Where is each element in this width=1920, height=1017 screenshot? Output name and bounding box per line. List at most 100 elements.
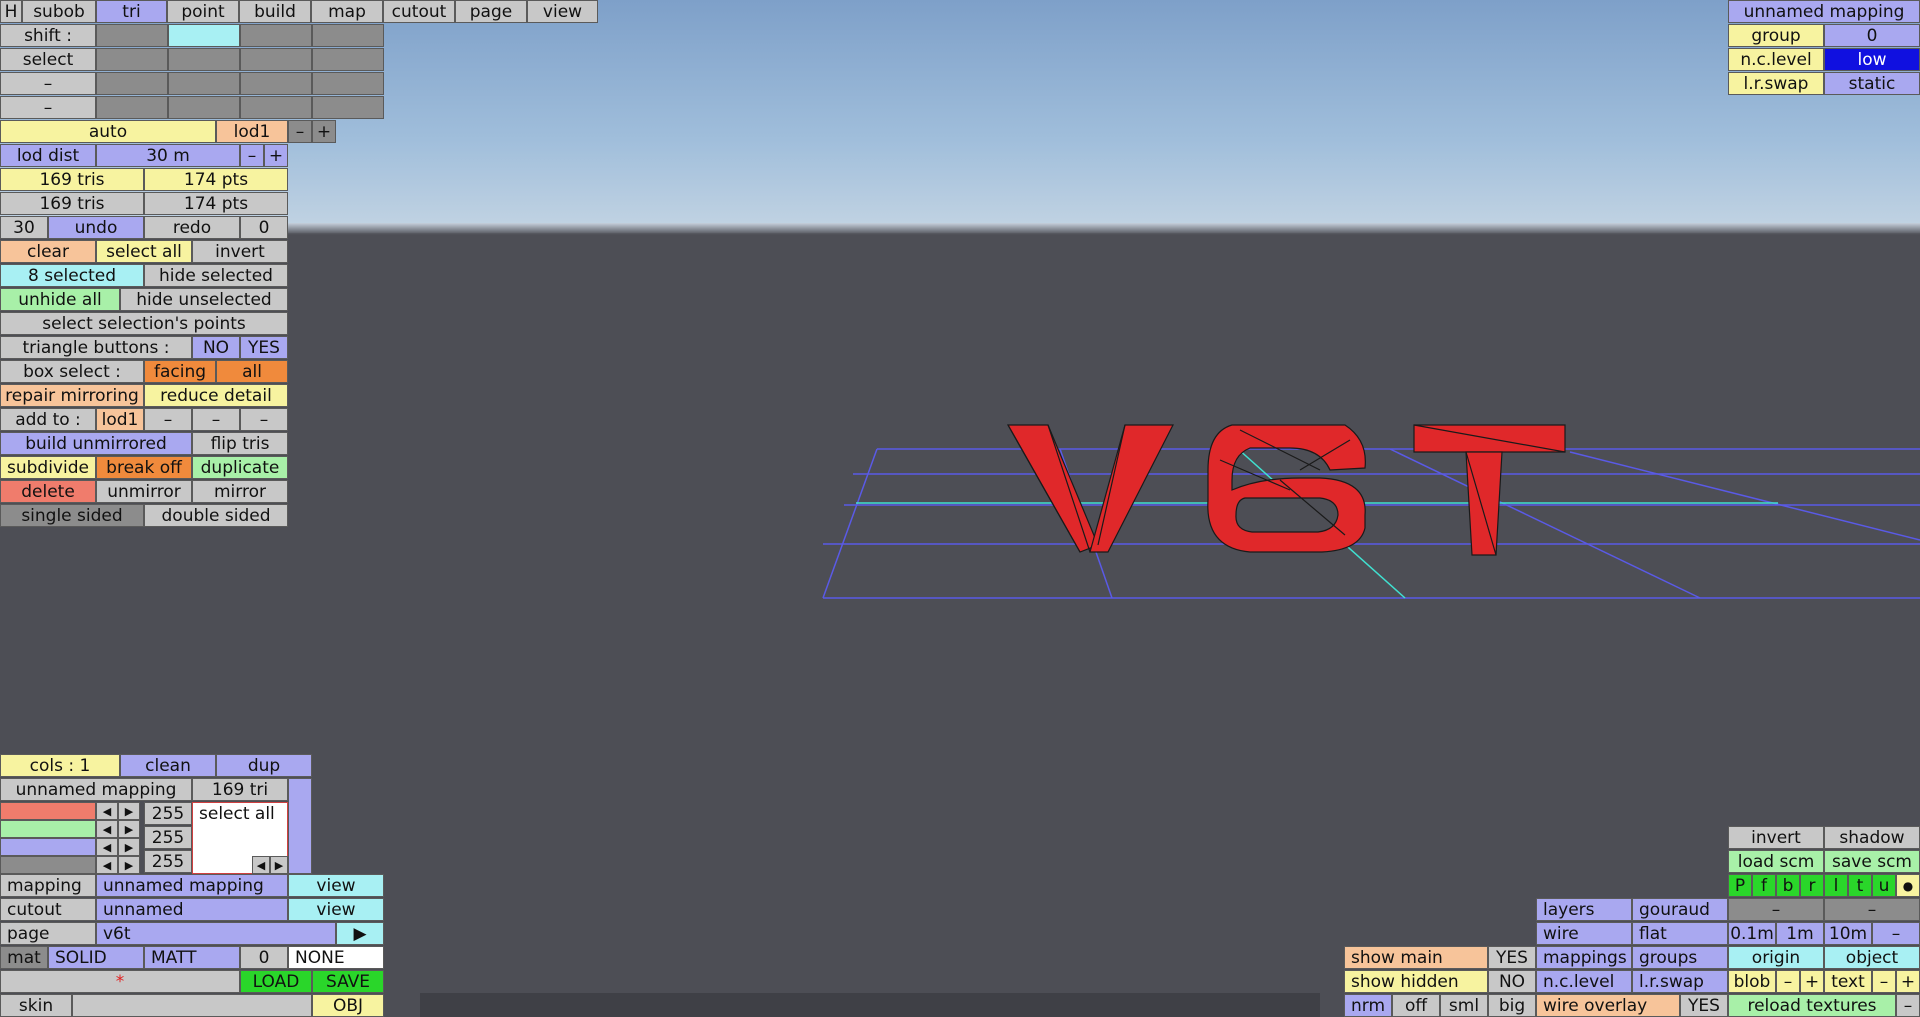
row3-slot-3[interactable] bbox=[240, 72, 312, 95]
grid-10m-button[interactable]: 10m bbox=[1824, 922, 1872, 945]
save-button[interactable]: SAVE bbox=[312, 970, 384, 993]
wire-button[interactable]: wire bbox=[1536, 922, 1632, 945]
gouraud-button[interactable]: gouraud bbox=[1632, 898, 1728, 921]
mapping-list-select-all[interactable]: select all bbox=[199, 804, 275, 824]
tri-tab[interactable]: tri bbox=[96, 0, 167, 23]
reduce-detail-button[interactable]: reduce detail bbox=[144, 384, 288, 407]
blue-left-arrow[interactable]: ◀ bbox=[96, 838, 118, 856]
dot-button[interactable]: ● bbox=[1896, 874, 1920, 897]
cutout-tab[interactable]: cutout bbox=[383, 0, 455, 23]
clean-button[interactable]: clean bbox=[120, 754, 216, 777]
green-left-arrow[interactable]: ◀ bbox=[96, 820, 118, 838]
page-tab[interactable]: page bbox=[455, 0, 527, 23]
shift-slot-4[interactable] bbox=[312, 24, 384, 47]
lod-plus-button[interactable]: + bbox=[312, 120, 336, 143]
red-left-arrow[interactable]: ◀ bbox=[96, 802, 118, 820]
select-slot-1[interactable] bbox=[96, 48, 168, 71]
row4-slot-3[interactable] bbox=[240, 96, 312, 119]
mat-none[interactable]: NONE bbox=[288, 946, 384, 969]
select-points-button[interactable]: select selection's points bbox=[0, 312, 288, 335]
dup-button[interactable]: dup bbox=[216, 754, 312, 777]
unmirror-button[interactable]: unmirror bbox=[96, 480, 192, 503]
reload-textures-button[interactable]: reload textures bbox=[1728, 994, 1896, 1017]
lod-dist-plus[interactable]: + bbox=[264, 144, 288, 167]
select-slot-2[interactable] bbox=[168, 48, 240, 71]
red-value[interactable]: 255 bbox=[144, 802, 192, 825]
undo-button[interactable]: undo bbox=[48, 216, 144, 239]
load-button[interactable]: LOAD bbox=[240, 970, 312, 993]
row3-slot-4[interactable] bbox=[312, 72, 384, 95]
off-button[interactable]: off bbox=[1392, 994, 1440, 1017]
obj-button[interactable]: OBJ bbox=[312, 994, 384, 1017]
wire-overlay-toggle[interactable]: YES bbox=[1680, 994, 1728, 1017]
nrm-button[interactable]: nrm bbox=[1344, 994, 1392, 1017]
blob-button[interactable]: blob bbox=[1728, 970, 1776, 993]
reload-minus-button[interactable]: – bbox=[1896, 994, 1920, 1017]
build-tab[interactable]: build bbox=[239, 0, 311, 23]
big-button[interactable]: big bbox=[1488, 994, 1536, 1017]
layer-slot-1[interactable]: – bbox=[1728, 898, 1824, 921]
single-sided-button[interactable]: single sided bbox=[0, 504, 144, 527]
object-button[interactable]: object bbox=[1824, 946, 1920, 969]
select-slot-4[interactable] bbox=[312, 48, 384, 71]
triangle-buttons-no[interactable]: NO bbox=[192, 336, 240, 359]
layers-button[interactable]: layers bbox=[1536, 898, 1632, 921]
box-select-facing[interactable]: facing bbox=[144, 360, 216, 383]
page-value[interactable]: v6t bbox=[96, 922, 336, 945]
row4-slot-1[interactable] bbox=[96, 96, 168, 119]
add-to-lod1[interactable]: lod1 bbox=[96, 408, 144, 431]
mapping-name[interactable]: unnamed mapping bbox=[1728, 0, 1920, 23]
flat-button[interactable]: flat bbox=[1632, 922, 1728, 945]
group-value[interactable]: 0 bbox=[1824, 24, 1920, 47]
view-u-button[interactable]: u bbox=[1872, 874, 1896, 897]
view-l-button[interactable]: l bbox=[1824, 874, 1848, 897]
lod-minus-button[interactable]: – bbox=[288, 120, 312, 143]
list-right-arrow[interactable]: ▶ bbox=[270, 856, 288, 874]
show-main-toggle[interactable]: YES bbox=[1488, 946, 1536, 969]
duplicate-button[interactable]: duplicate bbox=[192, 456, 288, 479]
mirror-button[interactable]: mirror bbox=[192, 480, 288, 503]
add-to-slot-2[interactable]: – bbox=[144, 408, 192, 431]
mapping-value[interactable]: unnamed mapping bbox=[96, 874, 288, 897]
auto-button[interactable]: auto bbox=[0, 120, 216, 143]
page-play-button[interactable]: ▶ bbox=[336, 922, 384, 945]
view-f-button[interactable]: f bbox=[1752, 874, 1776, 897]
hide-unselected-button[interactable]: hide unselected bbox=[120, 288, 288, 311]
shadow-button[interactable]: shadow bbox=[1824, 826, 1920, 849]
flip-tris-button[interactable]: flip tris bbox=[192, 432, 288, 455]
blob-minus-button[interactable]: – bbox=[1776, 970, 1800, 993]
invert-view-button[interactable]: invert bbox=[1728, 826, 1824, 849]
triangle-buttons-yes[interactable]: YES bbox=[240, 336, 288, 359]
red-right-arrow[interactable]: ▶ bbox=[118, 802, 140, 820]
mappings-button[interactable]: mappings bbox=[1536, 946, 1632, 969]
list-left-arrow[interactable]: ◀ bbox=[252, 856, 270, 874]
hide-selected-button[interactable]: hide selected bbox=[144, 264, 288, 287]
nc-level-value[interactable]: low bbox=[1824, 48, 1920, 71]
unhide-all-button[interactable]: unhide all bbox=[0, 288, 120, 311]
save-scm-button[interactable]: save scm bbox=[1824, 850, 1920, 873]
load-scm-button[interactable]: load scm bbox=[1728, 850, 1824, 873]
alpha-right-arrow[interactable]: ▶ bbox=[118, 856, 140, 874]
point-tab[interactable]: point bbox=[167, 0, 239, 23]
cutout-value[interactable]: unnamed bbox=[96, 898, 288, 921]
cutout-view-button[interactable]: view bbox=[288, 898, 384, 921]
skin-field[interactable] bbox=[72, 994, 312, 1017]
lod-dist-minus[interactable]: – bbox=[240, 144, 264, 167]
alpha-left-arrow[interactable]: ◀ bbox=[96, 856, 118, 874]
mat-number[interactable]: 0 bbox=[240, 946, 288, 969]
model-v6t[interactable] bbox=[1006, 424, 1566, 556]
map-tab[interactable]: map bbox=[311, 0, 383, 23]
lod1-button[interactable]: lod1 bbox=[216, 120, 288, 143]
sml-button[interactable]: sml bbox=[1440, 994, 1488, 1017]
subdivide-button[interactable]: subdivide bbox=[0, 456, 96, 479]
break-off-button[interactable]: break off bbox=[96, 456, 192, 479]
text-button[interactable]: text bbox=[1824, 970, 1872, 993]
view-p-button[interactable]: P bbox=[1728, 874, 1752, 897]
blue-value[interactable]: 255 bbox=[144, 850, 192, 873]
select-slot-3[interactable] bbox=[240, 48, 312, 71]
shift-slot-3[interactable] bbox=[240, 24, 312, 47]
shift-slot-2[interactable] bbox=[168, 24, 240, 47]
row3-slot-2[interactable] bbox=[168, 72, 240, 95]
h-button[interactable]: H bbox=[0, 0, 22, 23]
blue-right-arrow[interactable]: ▶ bbox=[118, 838, 140, 856]
